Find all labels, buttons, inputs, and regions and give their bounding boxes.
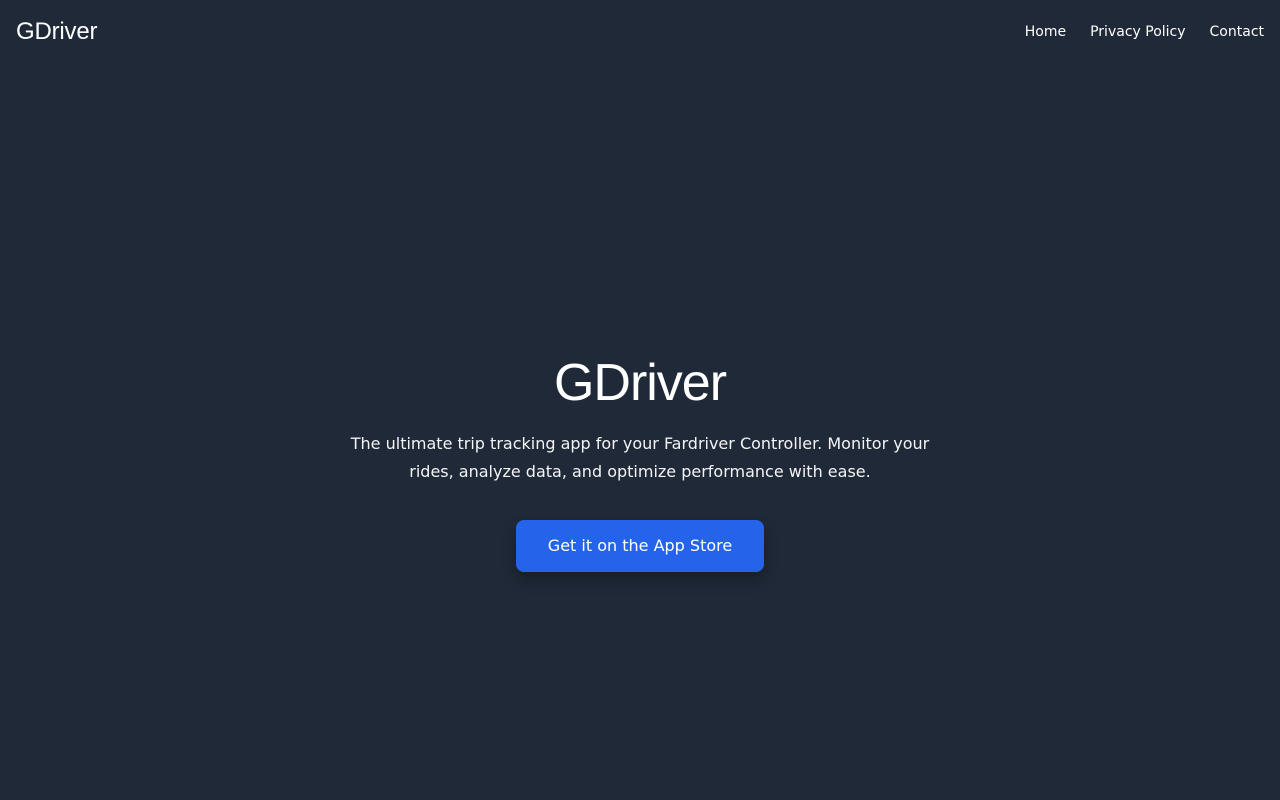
nav-link-home[interactable]: Home bbox=[1025, 24, 1066, 40]
app-store-button[interactable]: Get it on the App Store bbox=[515, 520, 765, 572]
cta-container: Get it on the App Store bbox=[0, 520, 1280, 572]
site-header: GDriver Home Privacy Policy Contact bbox=[0, 0, 1280, 64]
nav-link-privacy-policy[interactable]: Privacy Policy bbox=[1090, 24, 1185, 40]
landing-page: GDriver Home Privacy Policy Contact GDri… bbox=[0, 0, 1280, 800]
hero-title: GDriver bbox=[553, 354, 727, 412]
nav-link-contact[interactable]: Contact bbox=[1210, 24, 1264, 40]
hero-description: The ultimate trip tracking app for your … bbox=[350, 434, 930, 481]
brand-logo-link[interactable]: GDriver bbox=[16, 18, 97, 46]
hero-section: GDriver The ultimate trip tracking app f… bbox=[0, 352, 1280, 572]
main-nav: Home Privacy Policy Contact bbox=[1025, 24, 1264, 40]
